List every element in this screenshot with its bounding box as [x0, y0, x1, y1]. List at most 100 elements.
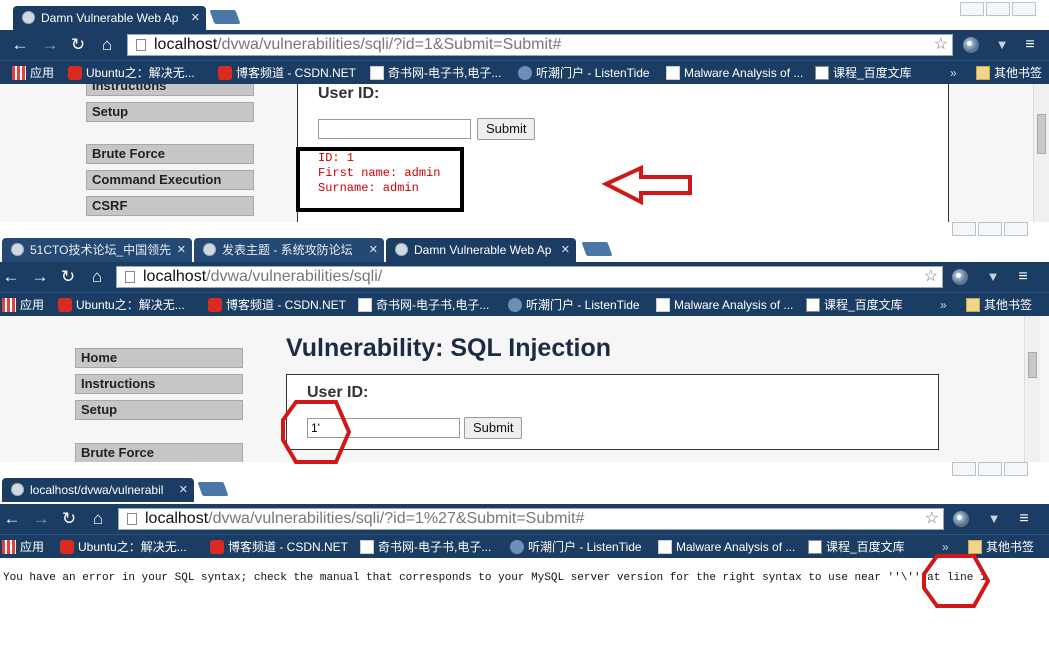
reload-icon[interactable]: ↻ — [59, 509, 79, 529]
new-tab-button[interactable] — [581, 242, 613, 256]
close-window-button[interactable] — [1012, 2, 1036, 16]
maximize-button[interactable] — [986, 2, 1010, 16]
new-tab-button[interactable] — [209, 10, 241, 24]
globe-extension-icon[interactable] — [953, 511, 969, 527]
bookmark-listentide[interactable]: 听潮门户 - ListenTide — [508, 297, 640, 313]
close-tab-icon[interactable]: ✕ — [369, 238, 378, 262]
sidebar-item-csrf[interactable]: CSRF — [86, 196, 254, 216]
tab-favicon-icon — [203, 243, 216, 256]
submit-button[interactable]: Submit — [464, 417, 523, 439]
bug-extension-icon[interactable]: ▼ — [994, 37, 1010, 53]
scrollbar-thumb[interactable] — [1037, 114, 1046, 154]
bookmark-malware[interactable]: Malware Analysis of ... — [658, 539, 795, 555]
sidebar-item-brute-force[interactable]: Brute Force — [75, 443, 243, 462]
address-bar[interactable]: localhost/dvwa/vulnerabilities/sqli/?id=… — [118, 508, 944, 530]
submit-button[interactable]: Submit — [477, 118, 536, 140]
user-id-label: User ID: — [318, 85, 380, 102]
user-id-input[interactable]: 1' — [307, 418, 460, 438]
bookmark-qishu[interactable]: 奇书网-电子书,电子... — [358, 297, 489, 313]
forward-arrow-icon[interactable]: → — [40, 35, 60, 55]
forward-arrow-icon[interactable]: → — [31, 509, 51, 529]
bookmark-csdn[interactable]: 博客频道 - CSDN.NET — [208, 297, 346, 313]
sidebar-item-instructions[interactable]: Instructions — [86, 84, 254, 96]
bookmark-label: 奇书网-电子书,电子... — [388, 66, 502, 80]
bookmark-apps[interactable]: 应用 — [2, 539, 44, 555]
close-tab-icon[interactable]: ✕ — [561, 238, 570, 262]
tab-forum[interactable]: 发表主题 - 系统攻防论坛 ✕ — [194, 238, 384, 262]
sidebar-item-home[interactable]: Home — [75, 348, 243, 368]
page-content: Instructions Setup Brute Force Command E… — [0, 84, 1049, 222]
listentide-icon — [510, 540, 524, 554]
star-icon[interactable]: ☆ — [934, 35, 948, 55]
bookmarks-overflow-chevron-icon[interactable]: » — [942, 539, 949, 555]
bookmark-malware[interactable]: Malware Analysis of ... — [666, 65, 803, 81]
bookmark-other[interactable]: 其他书签 — [966, 297, 1032, 313]
hamburger-menu-icon[interactable]: ≡ — [1015, 269, 1031, 285]
vertical-scrollbar[interactable] — [1033, 84, 1049, 222]
minimize-button[interactable] — [960, 2, 984, 16]
close-tab-icon[interactable]: ✕ — [179, 478, 188, 502]
bookmark-ubuntu[interactable]: Ubuntu之：解决无... — [68, 65, 195, 81]
sidebar-item-brute-force[interactable]: Brute Force — [86, 144, 254, 164]
page-icon — [127, 513, 137, 525]
maximize-button[interactable] — [978, 222, 1002, 236]
sidebar-item-instructions[interactable]: Instructions — [75, 374, 243, 394]
close-tab-icon[interactable]: ✕ — [191, 6, 200, 30]
bookmark-qishu[interactable]: 奇书网-电子书,电子... — [360, 539, 491, 555]
back-arrow-icon[interactable]: ← — [1, 267, 21, 287]
baidu-icon — [806, 298, 820, 312]
bookmarks-overflow-chevron-icon[interactable]: » — [950, 65, 957, 81]
home-icon[interactable]: ⌂ — [88, 509, 108, 529]
vertical-scrollbar[interactable] — [1024, 316, 1040, 462]
star-icon[interactable]: ☆ — [925, 509, 939, 529]
close-window-button[interactable] — [1004, 462, 1028, 476]
bookmarks-overflow-chevron-icon[interactable]: » — [940, 297, 947, 313]
bookmark-baidu[interactable]: 课程_百度文库 — [808, 539, 905, 555]
bug-extension-icon[interactable]: ▼ — [986, 511, 1002, 527]
back-arrow-icon[interactable]: ← — [10, 35, 30, 55]
minimize-button[interactable] — [952, 462, 976, 476]
bookmark-csdn[interactable]: 博客频道 - CSDN.NET — [210, 539, 348, 555]
star-icon[interactable]: ☆ — [924, 267, 938, 287]
bookmark-qishu[interactable]: 奇书网-电子书,电子... — [370, 65, 501, 81]
hamburger-menu-icon[interactable]: ≡ — [1016, 511, 1032, 527]
tab-dvwa[interactable]: Damn Vulnerable Web Ap ✕ — [386, 238, 576, 262]
tab-dvwa[interactable]: Damn Vulnerable Web Ap ✕ — [13, 6, 206, 30]
user-id-input[interactable] — [318, 119, 471, 139]
sidebar-item-setup[interactable]: Setup — [75, 400, 243, 420]
bookmark-ubuntu[interactable]: Ubuntu之：解决无... — [58, 297, 185, 313]
reload-icon[interactable]: ↻ — [68, 35, 88, 55]
close-tab-icon[interactable]: ✕ — [177, 238, 186, 262]
address-bar[interactable]: localhost/dvwa/vulnerabilities/sqli/ ☆ — [116, 266, 943, 288]
tab-51cto[interactable]: 51CTO技术论坛_中国领先 ✕ — [2, 238, 192, 262]
bookmark-listentide[interactable]: 听潮门户 - ListenTide — [510, 539, 642, 555]
minimize-button[interactable] — [952, 222, 976, 236]
scrollbar-thumb[interactable] — [1028, 352, 1037, 378]
bug-extension-icon[interactable]: ▼ — [985, 269, 1001, 285]
bookmark-other[interactable]: 其他书签 — [968, 539, 1034, 555]
bookmark-csdn[interactable]: 博客频道 - CSDN.NET — [218, 65, 356, 81]
globe-extension-icon[interactable] — [952, 269, 968, 285]
globe-extension-icon[interactable] — [963, 37, 979, 53]
bookmark-other[interactable]: 其他书签 — [976, 65, 1042, 81]
new-tab-button[interactable] — [197, 482, 229, 496]
sidebar-item-setup[interactable]: Setup — [86, 102, 254, 122]
tab-localhost[interactable]: localhost/dvwa/vulnerabil ✕ — [2, 478, 194, 502]
back-arrow-icon[interactable]: ← — [2, 509, 22, 529]
bookmark-ubuntu[interactable]: Ubuntu之：解决无... — [60, 539, 187, 555]
bookmark-apps[interactable]: 应用 — [2, 297, 44, 313]
forward-arrow-icon[interactable]: → — [30, 267, 50, 287]
maximize-button[interactable] — [978, 462, 1002, 476]
bookmark-apps[interactable]: 应用 — [12, 65, 54, 81]
address-bar[interactable]: localhost/dvwa/vulnerabilities/sqli/?id=… — [127, 34, 953, 56]
bookmark-malware[interactable]: Malware Analysis of ... — [656, 297, 793, 313]
sidebar-item-command-execution[interactable]: Command Execution — [86, 170, 254, 190]
hamburger-menu-icon[interactable]: ≡ — [1022, 37, 1038, 53]
reload-icon[interactable]: ↻ — [58, 267, 78, 287]
bookmark-listentide[interactable]: 听潮门户 - ListenTide — [518, 65, 650, 81]
bookmark-baidu[interactable]: 课程_百度文库 — [806, 297, 903, 313]
home-icon[interactable]: ⌂ — [87, 267, 107, 287]
home-icon[interactable]: ⌂ — [97, 35, 117, 55]
close-window-button[interactable] — [1004, 222, 1028, 236]
bookmark-baidu[interactable]: 课程_百度文库 — [815, 65, 912, 81]
